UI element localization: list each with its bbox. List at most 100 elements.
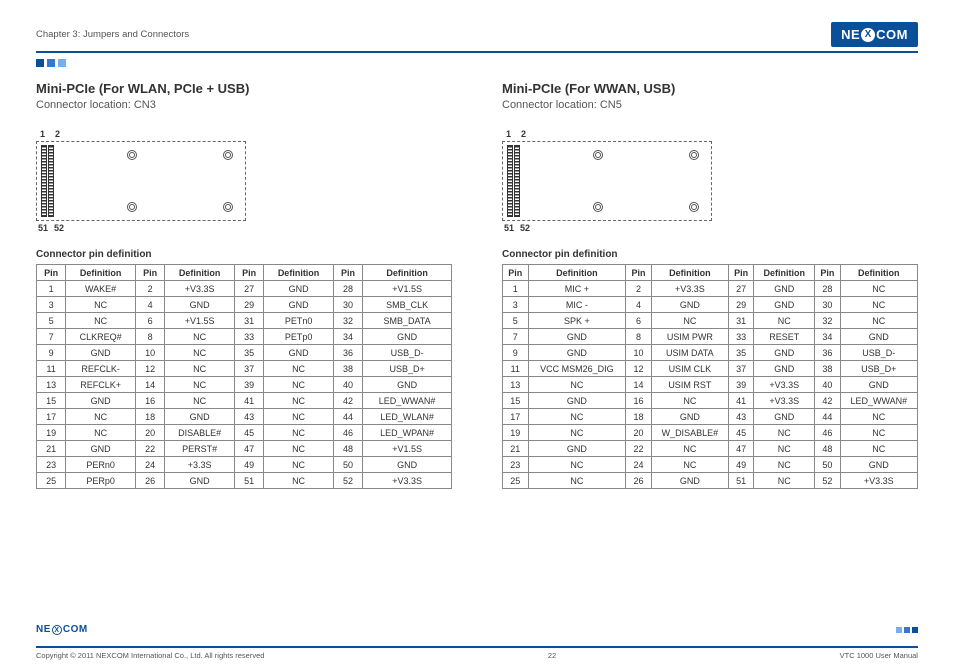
pin-cell: 36 — [815, 345, 841, 361]
definition-cell: NC — [754, 441, 815, 457]
table-header: Definition — [528, 265, 626, 281]
pin-cell: 21 — [37, 441, 66, 457]
logo-x-icon: X — [52, 625, 62, 635]
pin-cell: 5 — [37, 313, 66, 329]
definition-cell: VCC MSM26_DIG — [528, 361, 626, 377]
table-row: 1WAKE#2+V3.3S27GND28+V1.5S — [37, 281, 452, 297]
definition-cell: GND — [528, 441, 626, 457]
definition-cell: GND — [264, 297, 334, 313]
diagram-bottom-labels: 51 52 — [504, 223, 918, 233]
pin-cell: 52 — [815, 473, 841, 489]
pin-cell: 13 — [37, 377, 66, 393]
definition-cell: USB_D- — [840, 345, 917, 361]
diagram-bottom-labels: 51 52 — [38, 223, 452, 233]
pin-cell: 49 — [728, 457, 754, 473]
definition-cell: PERp0 — [66, 473, 136, 489]
table-row: 9GND10USIM DATA35GND36USB_D- — [503, 345, 918, 361]
table-row: 17NC18GND43NC44LED_WLAN# — [37, 409, 452, 425]
definition-cell: NC — [840, 281, 917, 297]
pin-cell: 15 — [37, 393, 66, 409]
pin-cell: 24 — [626, 457, 652, 473]
definition-cell: RESET — [754, 329, 815, 345]
standoff-icon — [689, 150, 699, 160]
table-row: 17NC18GND43GND44NC — [503, 409, 918, 425]
definition-cell: NC — [651, 393, 728, 409]
definition-cell: LED_WLAN# — [363, 409, 452, 425]
pin-cell: 5 — [503, 313, 529, 329]
pin-cell: 27 — [728, 281, 754, 297]
pin-cell: 31 — [728, 313, 754, 329]
pin-cell: 37 — [728, 361, 754, 377]
definition-cell: GND — [754, 297, 815, 313]
pin-cell: 1 — [503, 281, 529, 297]
table-header: Pin — [333, 265, 362, 281]
definition-cell: +V3.3S — [651, 281, 728, 297]
table-header: Pin — [626, 265, 652, 281]
table-row: 23NC24NC49NC50GND — [503, 457, 918, 473]
table-header: Pin — [135, 265, 164, 281]
pin-cell: 23 — [37, 457, 66, 473]
header-bar: Chapter 3: Jumpers and Connectors NEXCOM — [36, 22, 918, 53]
table-row: 11VCC MSM26_DIG12USIM CLK37GND38USB_D+ — [503, 361, 918, 377]
diagram-top-labels: 1 2 — [506, 129, 918, 139]
section-title: Mini-PCIe (For WWAN, USB) — [502, 81, 918, 96]
pin-cell: 38 — [815, 361, 841, 377]
pin-cell: 34 — [815, 329, 841, 345]
definition-cell: GND — [651, 297, 728, 313]
definition-cell: REFCLK+ — [66, 377, 136, 393]
footer-row: Copyright © 2011 NEXCOM International Co… — [36, 651, 918, 660]
table-row: 11REFCLK-12NC37NC38USB_D+ — [37, 361, 452, 377]
definition-cell: NC — [651, 313, 728, 329]
pin-cell: 22 — [135, 441, 164, 457]
definition-cell: NC — [264, 377, 334, 393]
pin-cell: 32 — [333, 313, 362, 329]
definition-cell: GND — [165, 473, 235, 489]
connector-diagram: 1 2 51 52 — [36, 129, 452, 233]
pin-cell: 30 — [333, 297, 362, 313]
pin-cell: 41 — [234, 393, 263, 409]
definition-cell: +V3.3S — [363, 473, 452, 489]
pin-cell: 47 — [234, 441, 263, 457]
pin-cell: 14 — [626, 377, 652, 393]
table-header: Definition — [66, 265, 136, 281]
pin-cell: 50 — [815, 457, 841, 473]
pin-cell: 7 — [37, 329, 66, 345]
square-icon — [904, 627, 910, 633]
manual-name: VTC 1000 User Manual — [840, 651, 918, 660]
definition-cell: NC — [528, 377, 626, 393]
table-row: 3NC4GND29GND30SMB_CLK — [37, 297, 452, 313]
pin-cell: 45 — [728, 425, 754, 441]
table-header: Pin — [234, 265, 263, 281]
pin-cell: 42 — [333, 393, 362, 409]
pin-cell: 39 — [234, 377, 263, 393]
definition-cell: PERST# — [165, 441, 235, 457]
logo-x-icon: X — [861, 28, 875, 42]
pin-cell: 14 — [135, 377, 164, 393]
table-header: Definition — [264, 265, 334, 281]
pin-cell: 20 — [626, 425, 652, 441]
definition-cell: W_DISABLE# — [651, 425, 728, 441]
definition-cell: NC — [840, 425, 917, 441]
pin-cell: 18 — [135, 409, 164, 425]
pin-cell: 48 — [815, 441, 841, 457]
definition-cell: NC — [840, 313, 917, 329]
definition-cell: NC — [840, 297, 917, 313]
definition-cell: NC — [528, 409, 626, 425]
pin-table-right: PinDefinitionPinDefinitionPinDefinitionP… — [502, 264, 918, 489]
pin-cell: 11 — [37, 361, 66, 377]
definition-cell: GND — [165, 409, 235, 425]
square-icon — [896, 627, 902, 633]
pin-cell: 43 — [728, 409, 754, 425]
definition-cell: NC — [165, 361, 235, 377]
pin-cell: 7 — [503, 329, 529, 345]
definition-cell: NC — [754, 425, 815, 441]
definition-cell: GND — [363, 329, 452, 345]
right-column: Mini-PCIe (For WWAN, USB) Connector loca… — [502, 81, 918, 489]
pin-cell: 8 — [135, 329, 164, 345]
pin-cell: 9 — [503, 345, 529, 361]
standoff-icon — [223, 202, 233, 212]
pin-cell: 43 — [234, 409, 263, 425]
definition-cell: +V1.5S — [363, 281, 452, 297]
definition-cell: GND — [363, 457, 452, 473]
standoff-icon — [127, 202, 137, 212]
